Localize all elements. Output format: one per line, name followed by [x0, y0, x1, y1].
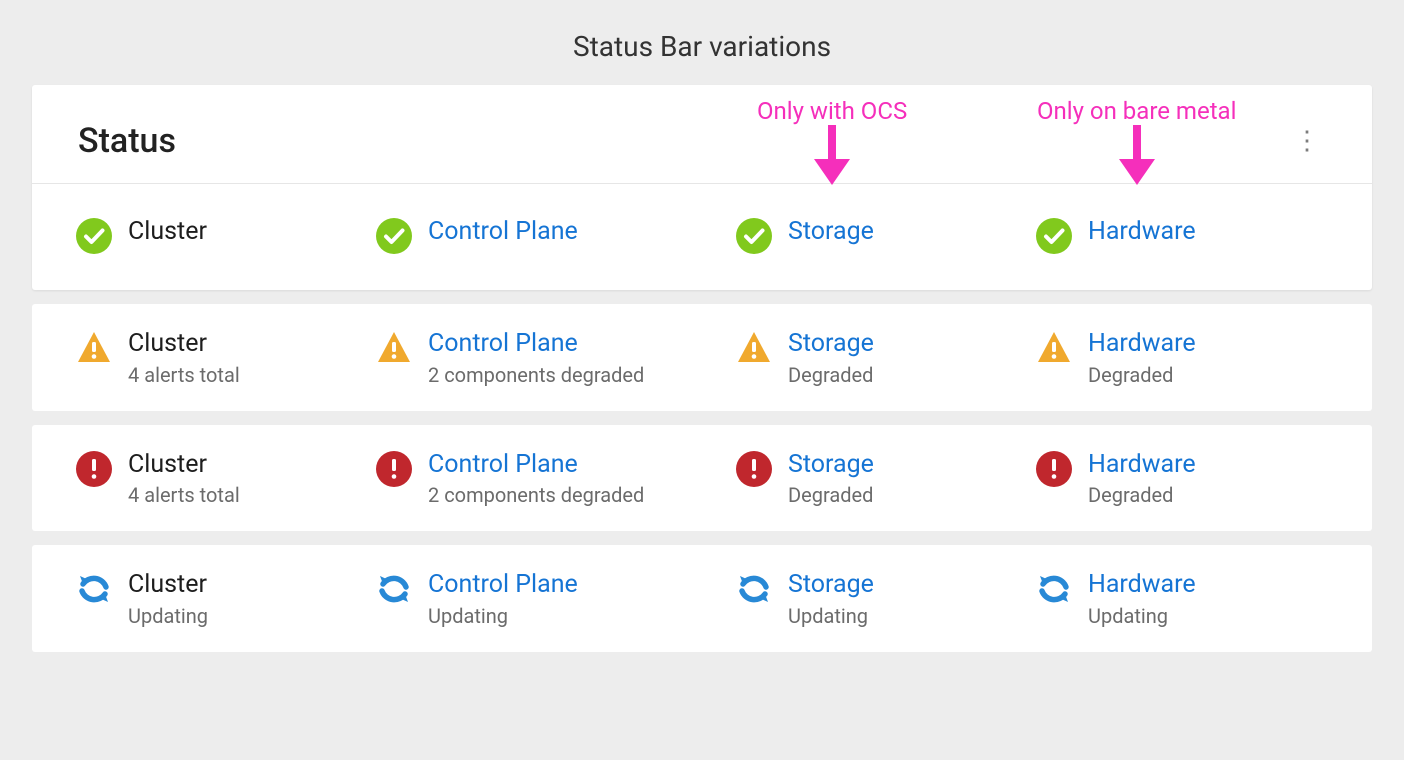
status-item-cluster: Cluster Updating [76, 569, 376, 628]
status-card-header: Status ⋮ Only with OCS Only on bare meta… [32, 85, 1372, 184]
check-icon [376, 218, 412, 254]
status-item-sublabel: Degraded [1088, 363, 1196, 387]
annotation-bare-metal: Only on bare metal [1037, 97, 1236, 185]
status-item-label: Control Plane [428, 216, 578, 249]
updating-icon [1036, 571, 1072, 607]
status-row-error: Cluster 4 alerts total Control Plane 2 c… [32, 425, 1372, 532]
status-item-label: Cluster [128, 449, 240, 482]
updating-icon [736, 571, 772, 607]
warning-icon [376, 330, 412, 366]
annotation-ocs: Only with OCS [757, 97, 907, 185]
annotation-ocs-label: Only with OCS [757, 97, 907, 125]
status-card: Status ⋮ Only with OCS Only on bare meta… [32, 85, 1372, 290]
status-item-storage[interactable]: Storage Degraded [736, 449, 1036, 508]
status-item-label: Hardware [1088, 569, 1196, 602]
annotation-bare-metal-label: Only on bare metal [1037, 97, 1236, 125]
status-row-warning: Cluster 4 alerts total Control Plane 2 c… [32, 304, 1372, 411]
status-item-sublabel: 2 components degraded [428, 483, 644, 507]
status-item-sublabel: 4 alerts total [128, 483, 240, 507]
status-item-label: Storage [788, 216, 874, 249]
status-item-storage[interactable]: Storage [736, 216, 1036, 254]
status-item-sublabel: Updating [788, 604, 874, 628]
check-icon [736, 218, 772, 254]
status-item-label: Cluster [128, 569, 208, 602]
status-item-control-plane[interactable]: Control Plane 2 components degraded [376, 449, 736, 508]
check-icon [76, 218, 112, 254]
status-item-sublabel: Degraded [788, 363, 874, 387]
status-item-label: Hardware [1088, 328, 1196, 361]
status-item-sublabel: 4 alerts total [128, 363, 240, 387]
status-item-label: Cluster [128, 216, 207, 249]
status-item-sublabel: Updating [1088, 604, 1196, 628]
status-item-sublabel: 2 components degraded [428, 363, 644, 387]
status-item-control-plane[interactable]: Control Plane [376, 216, 736, 254]
warning-icon [736, 330, 772, 366]
arrow-down-icon [810, 125, 854, 185]
status-item-label: Storage [788, 328, 874, 361]
status-item-hardware[interactable]: Hardware Degraded [1036, 328, 1328, 387]
status-item-label: Hardware [1088, 216, 1196, 249]
status-item-storage[interactable]: Storage Updating [736, 569, 1036, 628]
updating-icon [376, 571, 412, 607]
error-icon [736, 451, 772, 487]
status-item-sublabel: Degraded [788, 483, 874, 507]
status-row-updating: Cluster Updating Control Plane Updating … [32, 545, 1372, 652]
status-item-label: Control Plane [428, 328, 644, 361]
status-item-cluster: Cluster 4 alerts total [76, 449, 376, 508]
status-item-cluster: Cluster 4 alerts total [76, 328, 376, 387]
error-icon [76, 451, 112, 487]
updating-icon [76, 571, 112, 607]
status-item-control-plane[interactable]: Control Plane 2 components degraded [376, 328, 736, 387]
status-item-control-plane[interactable]: Control Plane Updating [376, 569, 736, 628]
status-item-label: Cluster [128, 328, 240, 361]
status-row-ok: Cluster Control Plane Storage Hardware [32, 184, 1372, 286]
page-title: Status Bar variations [32, 30, 1372, 63]
error-icon [376, 451, 412, 487]
status-item-sublabel: Degraded [1088, 483, 1196, 507]
error-icon [1036, 451, 1072, 487]
warning-icon [76, 330, 112, 366]
status-item-label: Storage [788, 449, 874, 482]
status-item-sublabel: Updating [128, 604, 208, 628]
arrow-down-icon [1115, 125, 1159, 185]
warning-icon [1036, 330, 1072, 366]
status-item-storage[interactable]: Storage Degraded [736, 328, 1036, 387]
status-title: Status [78, 121, 176, 161]
status-item-cluster: Cluster [76, 216, 376, 254]
status-item-sublabel: Updating [428, 604, 578, 628]
check-icon [1036, 218, 1072, 254]
status-item-label: Control Plane [428, 569, 578, 602]
status-item-hardware[interactable]: Hardware Updating [1036, 569, 1328, 628]
status-item-label: Control Plane [428, 449, 644, 482]
status-item-hardware[interactable]: Hardware [1036, 216, 1328, 254]
status-item-label: Storage [788, 569, 874, 602]
status-item-hardware[interactable]: Hardware Degraded [1036, 449, 1328, 508]
status-item-label: Hardware [1088, 449, 1196, 482]
kebab-menu-icon[interactable]: ⋮ [1288, 122, 1326, 160]
